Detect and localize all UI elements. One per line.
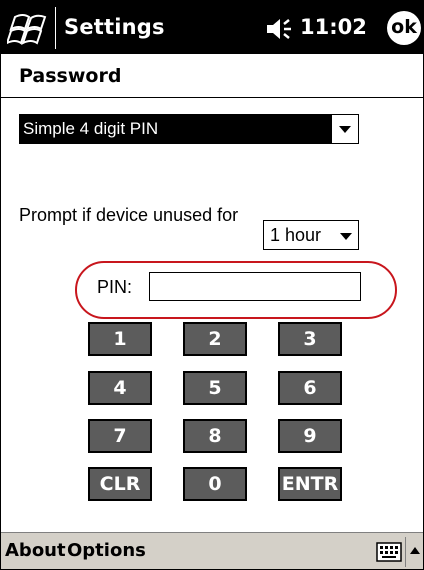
ok-button[interactable]: ok — [387, 11, 421, 45]
timeout-select[interactable]: 1 hour — [263, 220, 359, 250]
chevron-down-icon — [339, 126, 351, 133]
about-menu[interactable]: About — [5, 540, 66, 561]
title-bar: Settings 11:02 ok — [1, 1, 423, 54]
key-9[interactable]: 9 — [278, 419, 342, 453]
speaker-volume-icon[interactable] — [265, 17, 297, 41]
clock[interactable]: 11:02 — [300, 15, 367, 39]
password-type-select[interactable]: Simple 4 digit PIN — [19, 114, 359, 144]
key-4[interactable]: 4 — [88, 371, 152, 405]
prompt-label: Prompt if device unused for — [19, 205, 239, 225]
timeout-value: 1 hour — [270, 225, 322, 245]
key-8[interactable]: 8 — [183, 419, 247, 453]
key-1[interactable]: 1 — [88, 322, 152, 356]
keyboard-icon[interactable] — [376, 542, 402, 562]
section-divider — [1, 97, 423, 98]
key-0[interactable]: 0 — [183, 467, 247, 501]
chevron-down-icon — [340, 233, 352, 240]
password-type-value: Simple 4 digit PIN — [23, 119, 159, 138]
menu-bar: About Options — [1, 532, 423, 569]
key-2[interactable]: 2 — [183, 322, 247, 356]
input-panel-toggle[interactable] — [405, 537, 423, 567]
key-enter[interactable]: ENTR — [278, 467, 342, 501]
key-7[interactable]: 7 — [88, 419, 152, 453]
app-title: Settings — [64, 15, 165, 39]
key-5[interactable]: 5 — [183, 371, 247, 405]
up-arrow-icon — [410, 547, 420, 554]
key-6[interactable]: 6 — [278, 371, 342, 405]
options-menu[interactable]: Options — [67, 540, 146, 561]
pin-label: PIN: — [97, 277, 133, 297]
key-clear[interactable]: CLR — [88, 467, 152, 501]
title-separator — [55, 7, 56, 49]
windows-flag-icon[interactable] — [7, 9, 51, 47]
page-title: Password — [19, 65, 122, 87]
pin-input[interactable] — [149, 272, 361, 301]
key-3[interactable]: 3 — [278, 322, 342, 356]
dropdown-button[interactable] — [331, 115, 358, 143]
pocketpc-screen: Settings 11:02 ok Password Simple 4 digi… — [0, 0, 424, 570]
